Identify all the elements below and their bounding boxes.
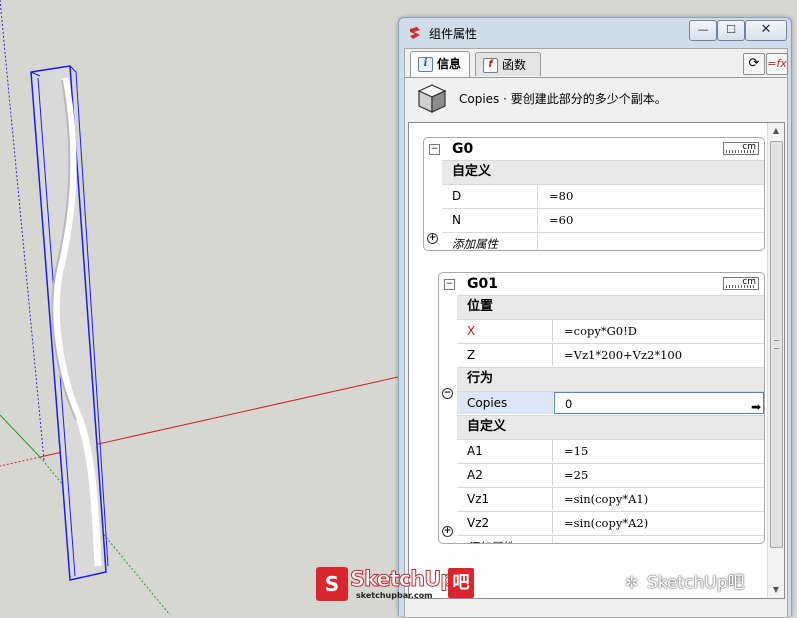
info-icon: i (418, 57, 433, 72)
component-cube-icon (417, 84, 447, 113)
attribute-value[interactable]: =25 (554, 464, 764, 486)
close-button[interactable]: ✕ (745, 20, 787, 41)
formula-toggle-button[interactable]: =fx (766, 53, 788, 75)
info-header: Copies · 要创建此部分的多少个副本。 (405, 78, 787, 120)
green-axis (0, 414, 41, 458)
attribute-row-selected[interactable]: Copies 0 ➡ (457, 391, 764, 415)
attribute-value[interactable]: =15 (554, 440, 764, 462)
tab-info[interactable]: i 信息 (410, 51, 470, 77)
tab-info-label: 信息 (437, 57, 462, 71)
group-name: G01 (467, 276, 498, 292)
add-attribute-row[interactable]: 添加属性 (442, 232, 764, 250)
attribute-row[interactable]: X =copy*G0!D (457, 319, 764, 343)
scrollbar-thumb[interactable] (770, 141, 783, 548)
attribute-name: N (442, 209, 538, 231)
group-name: G0 (452, 141, 474, 157)
group-g01: − G01 cm 位置 X =copy*G0!D Z =Vz1*200+Vz2*… (438, 272, 765, 544)
attribute-name: X (457, 320, 553, 342)
wechat-text: SketchUp吧 (647, 573, 745, 593)
attribute-value-text: 0 (565, 397, 573, 411)
maximize-button[interactable]: ☐ (717, 20, 745, 41)
green-axis-dashed (39, 456, 171, 615)
section-header: 自定义 (457, 415, 764, 439)
attribute-row[interactable]: D =80 (442, 184, 764, 208)
group-g0: − G0 cm 自定义 D =80 N =60 添加属性 + (423, 137, 765, 251)
attribute-name: A1 (457, 440, 553, 462)
units-ruler-icon[interactable]: cm (723, 142, 759, 155)
section-header: 自定义 (442, 160, 764, 184)
sketchupbar-logo: S SketchUp 吧 sketchupbar.com (316, 565, 481, 605)
collapse-circle-icon[interactable]: − (442, 388, 453, 399)
attribute-row[interactable]: A2 =25 (457, 463, 764, 487)
tab-functions-label: 函数 (502, 58, 527, 72)
attribute-name: D (442, 185, 538, 207)
wechat-icon: ✲ (625, 573, 639, 592)
red-axis-dashed (0, 456, 41, 467)
scroll-up-icon[interactable]: ▲ (768, 123, 784, 139)
add-attribute-label[interactable]: 添加属性 (457, 536, 553, 543)
attribute-row[interactable]: A1 =15 (457, 439, 764, 463)
component-model[interactable] (30, 65, 109, 581)
attribute-row[interactable]: Vz1 =sin(copy*A1) (457, 487, 764, 511)
title-bar[interactable]: 组件属性 — ☐ ✕ (399, 18, 791, 48)
fx-icon: f (483, 58, 498, 73)
attribute-value[interactable]: =sin(copy*A2) (554, 512, 764, 534)
attribute-value-input[interactable]: 0 ➡ (554, 392, 764, 414)
add-attribute-label[interactable]: 添加属性 (442, 233, 538, 250)
logo-text: SketchUp (349, 567, 455, 592)
logo-suffix: 吧 (448, 568, 474, 598)
component-attributes-window: 组件属性 — ☐ ✕ i 信息 f 函数 ⟳ =fx Copies · 要创建此… (398, 17, 792, 618)
attribute-row[interactable]: Vz2 =sin(copy*A2) (457, 511, 764, 535)
attribute-name: A2 (457, 464, 553, 486)
add-attribute-icon[interactable]: + (442, 526, 453, 537)
info-description: Copies · 要创建此部分的多少个副本。 (459, 92, 667, 106)
sketchup-app-icon (410, 27, 420, 39)
add-attribute-row[interactable]: 添加属性 (457, 535, 764, 543)
vertical-scrollbar[interactable]: ▲ ▼ (767, 123, 784, 598)
section-header: 位置 (457, 295, 764, 319)
refresh-button[interactable]: ⟳ (743, 53, 765, 75)
attribute-value[interactable]: =sin(copy*A1) (554, 488, 764, 510)
attribute-name: Z (457, 344, 553, 366)
attribute-value[interactable]: =copy*G0!D (554, 320, 764, 342)
minimize-button[interactable]: — (689, 20, 717, 41)
attribute-row[interactable]: N =60 (442, 208, 764, 232)
attribute-name: Copies (457, 392, 553, 414)
logo-badge-icon: S (316, 567, 348, 601)
attribute-value[interactable]: =80 (539, 185, 764, 207)
collapse-icon[interactable]: − (444, 279, 455, 290)
tab-functions[interactable]: f 函数 (475, 52, 541, 76)
add-attribute-icon[interactable]: + (427, 233, 438, 244)
attribute-row[interactable]: Z =Vz1*200+Vz2*100 (457, 343, 764, 367)
attributes-list[interactable]: − G0 cm 自定义 D =80 N =60 添加属性 + − G01 cm … (408, 122, 785, 599)
wechat-watermark: ✲ SketchUp吧 (625, 568, 795, 593)
section-header: 行为 (457, 367, 764, 391)
collapse-icon[interactable]: − (429, 144, 440, 155)
panel-body: i 信息 f 函数 ⟳ =fx Copies · 要创建此部分的多少个副本。 −… (404, 48, 788, 618)
units-ruler-icon[interactable]: cm (723, 277, 759, 290)
blue-axis-dashed (0, 0, 45, 461)
attribute-name: Vz1 (457, 488, 553, 510)
window-title: 组件属性 (429, 27, 478, 41)
attribute-name: Vz2 (457, 512, 553, 534)
logo-site: sketchupbar.com (356, 591, 433, 600)
attribute-value[interactable]: =Vz1*200+Vz2*100 (554, 344, 764, 366)
attribute-value[interactable]: =60 (539, 209, 764, 231)
